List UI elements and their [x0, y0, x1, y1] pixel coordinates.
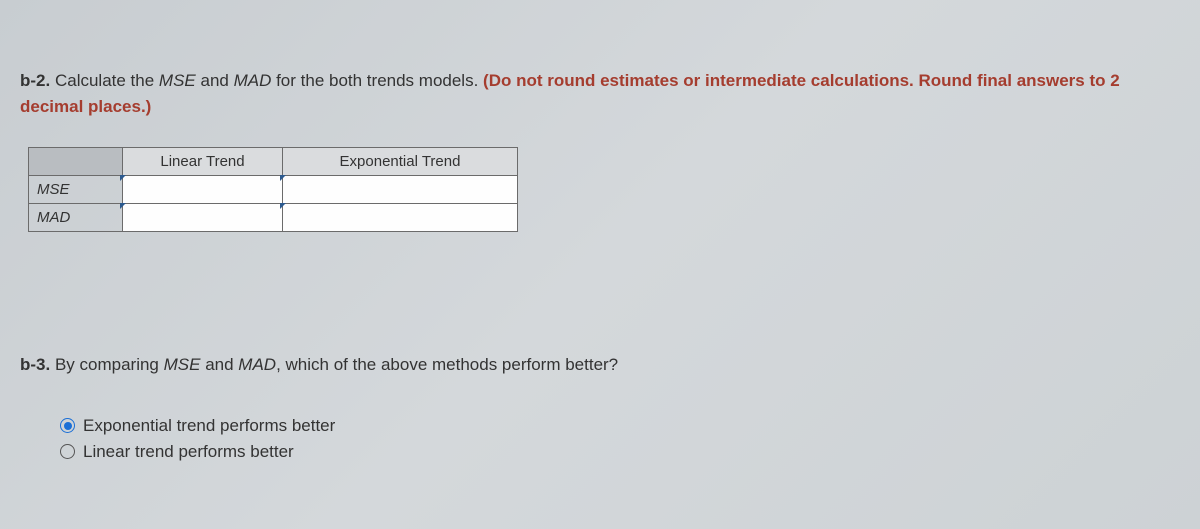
cell-mad-linear[interactable] [123, 204, 283, 232]
table-row: MAD [29, 204, 518, 232]
trend-table: Linear Trend Exponential Trend MSE MAD [28, 147, 1180, 232]
question-b3: b-3. By comparing MSE and MAD, which of … [20, 352, 1180, 462]
q1-and-1: and [196, 71, 234, 90]
cell-handle-icon [280, 203, 286, 209]
q1-mse: MSE [159, 71, 196, 90]
q2-and-1: and [200, 355, 238, 374]
cell-mse-linear[interactable] [123, 176, 283, 204]
radio-dot-icon [64, 422, 72, 430]
table-corner [29, 148, 123, 176]
cell-handle-icon [120, 203, 126, 209]
input-mad-exp[interactable] [283, 205, 517, 231]
row-header-mse: MSE [29, 176, 123, 204]
col-header-linear: Linear Trend [123, 148, 283, 176]
q2-prefix: b-3. [20, 355, 50, 374]
cell-mse-exp[interactable] [283, 176, 518, 204]
q2-mse: MSE [164, 355, 201, 374]
q2-mad: MAD [238, 355, 276, 374]
q1-text-1: Calculate the [50, 71, 159, 90]
q1-text-2: for the both trends models. [271, 71, 483, 90]
cell-mad-exp[interactable] [283, 204, 518, 232]
cell-handle-icon [120, 175, 126, 181]
table-row: MSE [29, 176, 518, 204]
cell-handle-icon [280, 175, 286, 181]
col-header-exponential: Exponential Trend [283, 148, 518, 176]
radio-option-linear[interactable]: Linear trend performs better [60, 442, 1180, 462]
radio-label-linear: Linear trend performs better [83, 442, 294, 462]
q1-prefix: b-2. [20, 71, 50, 90]
radio-icon [60, 444, 75, 459]
q2-text-1: By comparing [50, 355, 163, 374]
question-b2: b-2. Calculate the MSE and MAD for the b… [20, 68, 1180, 119]
input-mse-exp[interactable] [283, 177, 517, 203]
q2-text-2: , which of the above methods perform bet… [276, 355, 618, 374]
radio-option-exponential[interactable]: Exponential trend performs better [60, 416, 1180, 436]
input-mad-linear[interactable] [123, 205, 282, 231]
row-header-mad: MAD [29, 204, 123, 232]
radio-group: Exponential trend performs better Linear… [60, 416, 1180, 462]
radio-label-exponential: Exponential trend performs better [83, 416, 335, 436]
q1-mad: MAD [234, 71, 272, 90]
radio-icon [60, 418, 75, 433]
input-mse-linear[interactable] [123, 177, 282, 203]
